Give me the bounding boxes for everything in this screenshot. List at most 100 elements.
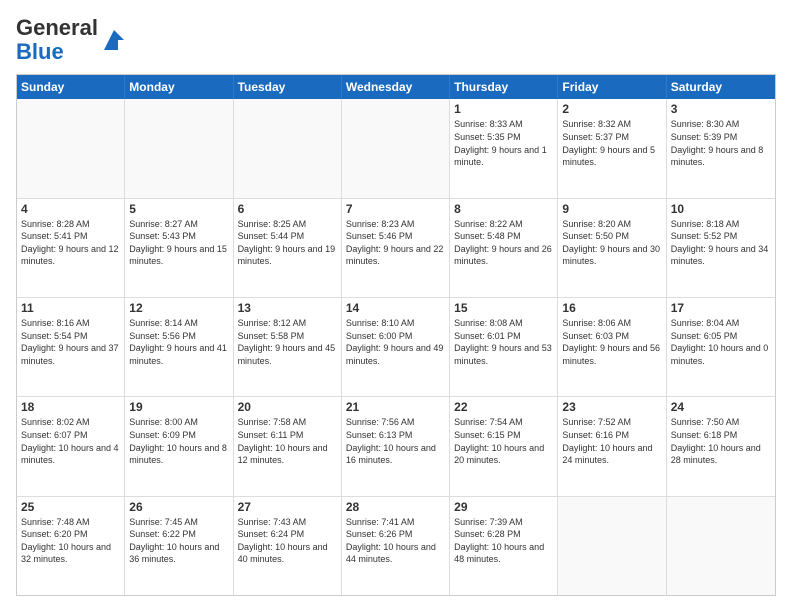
day-number: 5 — [129, 202, 228, 216]
day-number: 4 — [21, 202, 120, 216]
cell-sun-info: Sunrise: 7:50 AM Sunset: 6:18 PM Dayligh… — [671, 416, 771, 466]
cell-sun-info: Sunrise: 7:43 AM Sunset: 6:24 PM Dayligh… — [238, 516, 337, 566]
calendar-row: 11Sunrise: 8:16 AM Sunset: 5:54 PM Dayli… — [17, 298, 775, 397]
cell-sun-info: Sunrise: 8:06 AM Sunset: 6:03 PM Dayligh… — [562, 317, 661, 367]
day-number: 26 — [129, 500, 228, 514]
cell-sun-info: Sunrise: 8:20 AM Sunset: 5:50 PM Dayligh… — [562, 218, 661, 268]
calendar-cell: 21 Sunrise: 7:56 AM Sunset: 6:13 PM Dayli… — [342, 397, 450, 495]
calendar-cell: 8 Sunrise: 8:22 AM Sunset: 5:48 PM Daylig… — [450, 199, 558, 297]
calendar-cell — [667, 497, 775, 595]
day-number: 2 — [562, 102, 661, 116]
calendar-cell: 25Sunrise: 7:48 AM Sunset: 6:20 PM Dayli… — [17, 497, 125, 595]
calendar-cell: 11Sunrise: 8:16 AM Sunset: 5:54 PM Dayli… — [17, 298, 125, 396]
weekday-header: Saturday — [667, 75, 775, 99]
day-number: 22 — [454, 400, 553, 414]
cell-sun-info: Sunrise: 8:04 AM Sunset: 6:05 PM Dayligh… — [671, 317, 771, 367]
cell-sun-info: Sunrise: 8:33 AM Sunset: 5:35 PM Dayligh… — [454, 118, 553, 168]
day-number: 13 — [238, 301, 337, 315]
calendar-cell — [234, 99, 342, 197]
calendar-cell: 14 Sunrise: 8:10 AM Sunset: 6:00 PM Dayli… — [342, 298, 450, 396]
calendar-cell: 15Sunrise: 8:08 AM Sunset: 6:01 PM Dayli… — [450, 298, 558, 396]
calendar-cell: 9 Sunrise: 8:20 AM Sunset: 5:50 PM Daylig… — [558, 199, 666, 297]
cell-sun-info: Sunrise: 8:18 AM Sunset: 5:52 PM Dayligh… — [671, 218, 771, 268]
cell-sun-info: Sunrise: 7:48 AM Sunset: 6:20 PM Dayligh… — [21, 516, 120, 566]
cell-sun-info: Sunrise: 8:10 AM Sunset: 6:00 PM Dayligh… — [346, 317, 445, 367]
day-number: 27 — [238, 500, 337, 514]
calendar-cell: 20Sunrise: 7:58 AM Sunset: 6:11 PM Dayli… — [234, 397, 342, 495]
day-number: 29 — [454, 500, 553, 514]
calendar-cell: 6Sunrise: 8:25 AM Sunset: 5:44 PM Daylig… — [234, 199, 342, 297]
calendar-cell: 2 Sunrise: 8:32 AM Sunset: 5:37 PM Daylig… — [558, 99, 666, 197]
calendar-cell: 24 Sunrise: 7:50 AM Sunset: 6:18 PM Dayli… — [667, 397, 775, 495]
calendar-cell: 22 Sunrise: 7:54 AM Sunset: 6:15 PM Dayli… — [450, 397, 558, 495]
day-number: 17 — [671, 301, 771, 315]
day-number: 8 — [454, 202, 553, 216]
day-number: 12 — [129, 301, 228, 315]
calendar-cell — [125, 99, 233, 197]
calendar-cell: 16 Sunrise: 8:06 AM Sunset: 6:03 PM Dayli… — [558, 298, 666, 396]
day-number: 28 — [346, 500, 445, 514]
day-number: 14 — [346, 301, 445, 315]
cell-sun-info: Sunrise: 7:54 AM Sunset: 6:15 PM Dayligh… — [454, 416, 553, 466]
calendar: SundayMondayTuesdayWednesdayThursdayFrid… — [16, 74, 776, 596]
calendar-cell: 13 Sunrise: 8:12 AM Sunset: 5:58 PM Dayli… — [234, 298, 342, 396]
calendar-header: SundayMondayTuesdayWednesdayThursdayFrid… — [17, 75, 775, 99]
cell-sun-info: Sunrise: 8:16 AM Sunset: 5:54 PM Dayligh… — [21, 317, 120, 367]
calendar-cell: 17 Sunrise: 8:04 AM Sunset: 6:05 PM Dayli… — [667, 298, 775, 396]
cell-sun-info: Sunrise: 8:28 AM Sunset: 5:41 PM Dayligh… — [21, 218, 120, 268]
calendar-cell — [558, 497, 666, 595]
page-header: General Blue — [16, 16, 776, 64]
cell-sun-info: Sunrise: 7:41 AM Sunset: 6:26 PM Dayligh… — [346, 516, 445, 566]
calendar-cell: 29 Sunrise: 7:39 AM Sunset: 6:28 PM Dayli… — [450, 497, 558, 595]
cell-sun-info: Sunrise: 8:00 AM Sunset: 6:09 PM Dayligh… — [129, 416, 228, 466]
calendar-row: 4 Sunrise: 8:28 AM Sunset: 5:41 PM Daylig… — [17, 199, 775, 298]
calendar-cell — [17, 99, 125, 197]
calendar-row: 1 Sunrise: 8:33 AM Sunset: 5:35 PM Daylig… — [17, 99, 775, 198]
calendar-cell: 28 Sunrise: 7:41 AM Sunset: 6:26 PM Dayli… — [342, 497, 450, 595]
cell-sun-info: Sunrise: 7:45 AM Sunset: 6:22 PM Dayligh… — [129, 516, 228, 566]
calendar-cell: 26 Sunrise: 7:45 AM Sunset: 6:22 PM Dayli… — [125, 497, 233, 595]
calendar-cell: 18Sunrise: 8:02 AM Sunset: 6:07 PM Dayli… — [17, 397, 125, 495]
cell-sun-info: Sunrise: 8:25 AM Sunset: 5:44 PM Dayligh… — [238, 218, 337, 268]
cell-sun-info: Sunrise: 8:30 AM Sunset: 5:39 PM Dayligh… — [671, 118, 771, 168]
cell-sun-info: Sunrise: 7:58 AM Sunset: 6:11 PM Dayligh… — [238, 416, 337, 466]
day-number: 16 — [562, 301, 661, 315]
cell-sun-info: Sunrise: 7:39 AM Sunset: 6:28 PM Dayligh… — [454, 516, 553, 566]
day-number: 3 — [671, 102, 771, 116]
weekday-header: Tuesday — [234, 75, 342, 99]
day-number: 19 — [129, 400, 228, 414]
cell-sun-info: Sunrise: 8:32 AM Sunset: 5:37 PM Dayligh… — [562, 118, 661, 168]
cell-sun-info: Sunrise: 8:27 AM Sunset: 5:43 PM Dayligh… — [129, 218, 228, 268]
calendar-cell: 10 Sunrise: 8:18 AM Sunset: 5:52 PM Dayli… — [667, 199, 775, 297]
calendar-row: 25Sunrise: 7:48 AM Sunset: 6:20 PM Dayli… — [17, 497, 775, 595]
weekday-header: Sunday — [17, 75, 125, 99]
day-number: 7 — [346, 202, 445, 216]
calendar-cell: 23 Sunrise: 7:52 AM Sunset: 6:16 PM Dayli… — [558, 397, 666, 495]
cell-sun-info: Sunrise: 8:14 AM Sunset: 5:56 PM Dayligh… — [129, 317, 228, 367]
day-number: 15 — [454, 301, 553, 315]
day-number: 23 — [562, 400, 661, 414]
day-number: 24 — [671, 400, 771, 414]
day-number: 10 — [671, 202, 771, 216]
logo-blue: Blue — [16, 39, 64, 64]
logo-icon — [100, 26, 128, 54]
cell-sun-info: Sunrise: 7:56 AM Sunset: 6:13 PM Dayligh… — [346, 416, 445, 466]
calendar-cell: 3 Sunrise: 8:30 AM Sunset: 5:39 PM Daylig… — [667, 99, 775, 197]
weekday-header: Thursday — [450, 75, 558, 99]
calendar-cell: 4 Sunrise: 8:28 AM Sunset: 5:41 PM Daylig… — [17, 199, 125, 297]
day-number: 9 — [562, 202, 661, 216]
calendar-body: 1 Sunrise: 8:33 AM Sunset: 5:35 PM Daylig… — [17, 99, 775, 595]
cell-sun-info: Sunrise: 7:52 AM Sunset: 6:16 PM Dayligh… — [562, 416, 661, 466]
weekday-header: Friday — [558, 75, 666, 99]
logo-general: General — [16, 15, 98, 40]
day-number: 18 — [21, 400, 120, 414]
cell-sun-info: Sunrise: 8:22 AM Sunset: 5:48 PM Dayligh… — [454, 218, 553, 268]
cell-sun-info: Sunrise: 8:12 AM Sunset: 5:58 PM Dayligh… — [238, 317, 337, 367]
day-number: 1 — [454, 102, 553, 116]
day-number: 21 — [346, 400, 445, 414]
calendar-row: 18Sunrise: 8:02 AM Sunset: 6:07 PM Dayli… — [17, 397, 775, 496]
calendar-cell: 19 Sunrise: 8:00 AM Sunset: 6:09 PM Dayli… — [125, 397, 233, 495]
cell-sun-info: Sunrise: 8:23 AM Sunset: 5:46 PM Dayligh… — [346, 218, 445, 268]
calendar-cell: 1 Sunrise: 8:33 AM Sunset: 5:35 PM Daylig… — [450, 99, 558, 197]
calendar-cell: 5 Sunrise: 8:27 AM Sunset: 5:43 PM Daylig… — [125, 199, 233, 297]
